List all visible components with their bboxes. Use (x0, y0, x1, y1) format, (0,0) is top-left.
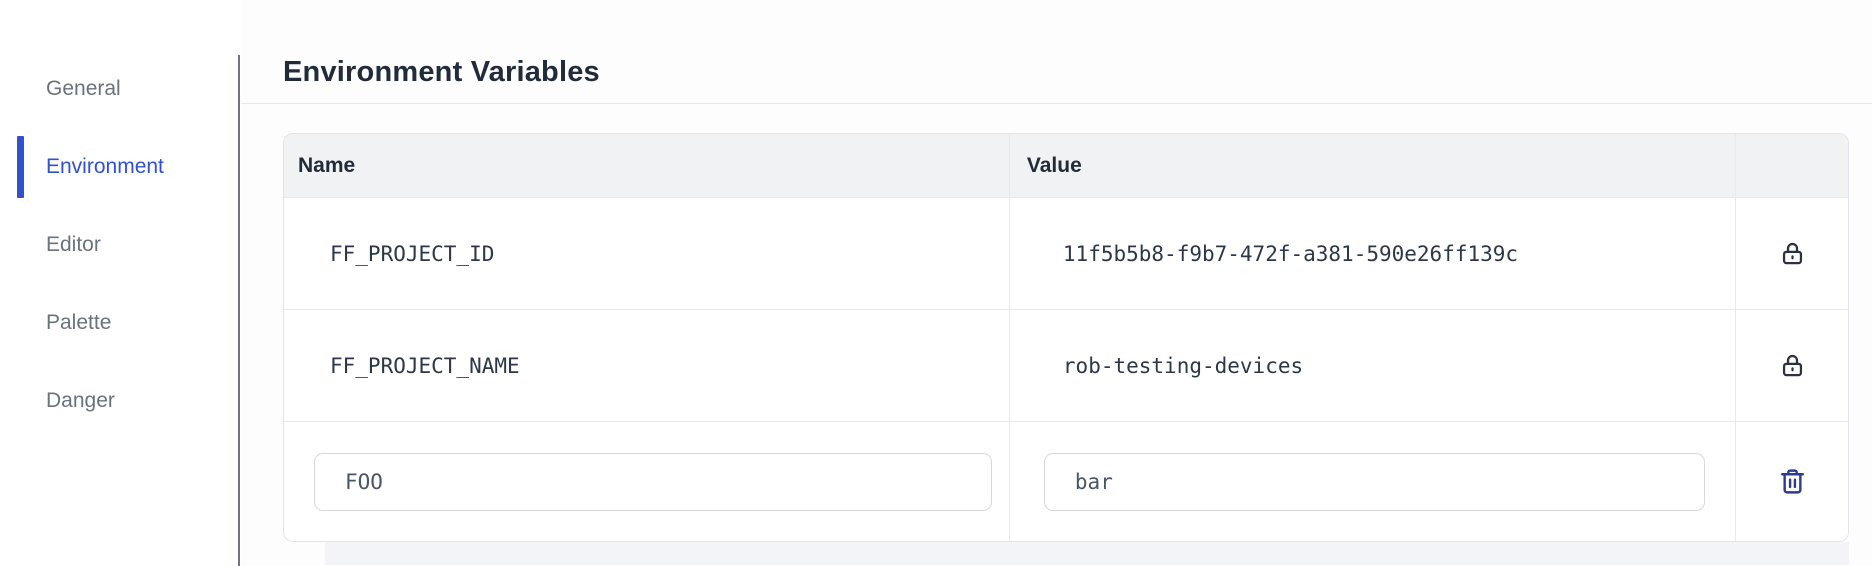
sidebar-item-label: Editor (46, 233, 101, 256)
table-header-row: Name Value (284, 134, 1848, 197)
trash-icon (1778, 467, 1807, 496)
sidebar-item-palette[interactable]: Palette (0, 302, 240, 344)
settings-page: General Environment Editor Palette Dange… (0, 0, 1872, 566)
table-row: FF_PROJECT_ID 11f5b5b8-f9b7-472f-a381-59… (284, 197, 1848, 309)
delete-row-button[interactable] (1774, 463, 1811, 500)
lock-icon (1775, 236, 1810, 271)
env-name-input[interactable] (314, 452, 992, 511)
settings-sidebar: General Environment Editor Palette Dange… (0, 0, 240, 566)
sidebar-item-label: General (46, 77, 121, 100)
environment-settings-panel: Environment Variables Name Value FF_PROJ… (241, 0, 1872, 566)
env-value-input[interactable] (1043, 452, 1706, 511)
lock-icon (1775, 348, 1810, 383)
sidebar-divider (238, 55, 240, 566)
env-value-cell: 11f5b5b8-f9b7-472f-a381-590e26ff139c (1008, 198, 1735, 309)
page-background-band (325, 542, 1849, 565)
env-name-cell: FF_PROJECT_NAME (330, 353, 520, 378)
page-title: Environment Variables (283, 56, 600, 88)
sidebar-item-editor[interactable]: Editor (0, 224, 240, 266)
sidebar-item-label: Palette (46, 311, 112, 334)
sidebar-item-general[interactable]: General (0, 68, 240, 110)
env-name-cell: FF_PROJECT_ID (330, 241, 495, 266)
env-vars-table: Name Value FF_PROJECT_ID 11f5b5b8-f9b7-4… (283, 133, 1849, 542)
sidebar-item-label: Environment (46, 155, 164, 178)
env-value-cell: rob-testing-devices (1008, 310, 1735, 421)
table-row: FF_PROJECT_NAME rob-testing-devices (284, 309, 1848, 421)
active-indicator (17, 136, 24, 198)
section-header: Environment Variables (241, 0, 1872, 104)
column-header-name: Name (298, 153, 356, 177)
sidebar-item-label: Danger (46, 389, 115, 412)
sidebar-item-environment[interactable]: Environment (0, 136, 240, 198)
table-row-editable (284, 421, 1848, 541)
column-header-value: Value (1008, 134, 1735, 197)
sidebar-item-danger[interactable]: Danger (0, 380, 240, 422)
column-header-actions (1735, 134, 1848, 197)
